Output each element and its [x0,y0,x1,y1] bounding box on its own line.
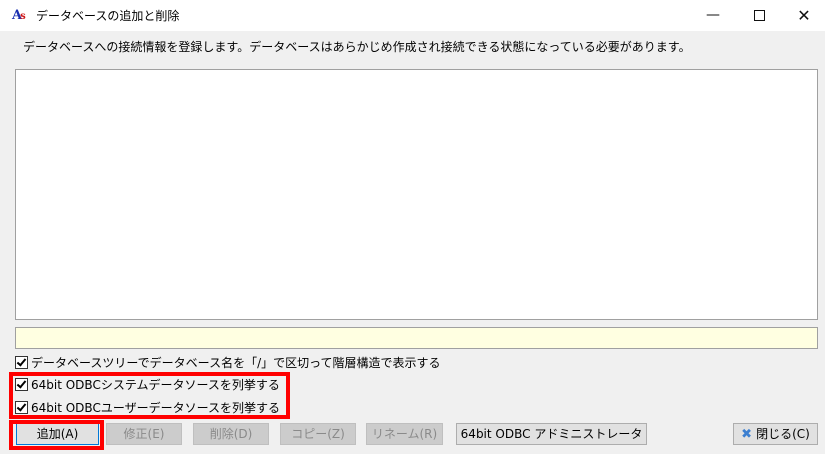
status-field [15,327,818,349]
copy-button[interactable]: コピー(Z) [280,423,356,445]
close-window-button[interactable]: ✕ [781,0,825,31]
odbc-admin-button[interactable]: 64bit ODBC アドミニストレータ [456,423,647,445]
title-bar: As データベースの追加と削除 — ✕ [0,0,825,31]
maximize-button[interactable] [736,0,782,31]
close-x-icon: ✖ [741,427,753,442]
app-logo-icon: As [12,8,26,23]
rename-button[interactable]: リネーム(R) [366,423,443,445]
maximize-icon [753,9,765,21]
highlight-box-add-button [9,420,104,450]
checkbox-checked-icon [15,356,28,369]
edit-button[interactable]: 修正(E) [106,423,182,445]
window-title: データベースの追加と削除 [36,9,180,23]
close-button[interactable]: ✖ 閉じる(C) [733,423,818,445]
description-text: データベースへの接続情報を登録します。データベースはあらかじめ作成され接続できる… [23,40,691,54]
tree-hierarchy-checkbox[interactable]: データベースツリーでデータベース名を「/」で区切って階層構造で表示する [15,355,441,371]
minimize-button[interactable]: — [690,0,736,31]
highlight-box-checkboxes [9,372,290,419]
checkbox-label: データベースツリーでデータベース名を「/」で区切って階層構造で表示する [31,356,441,370]
close-button-label: 閉じる(C) [756,427,810,441]
delete-button[interactable]: 削除(D) [193,423,269,445]
database-list[interactable] [15,69,818,320]
